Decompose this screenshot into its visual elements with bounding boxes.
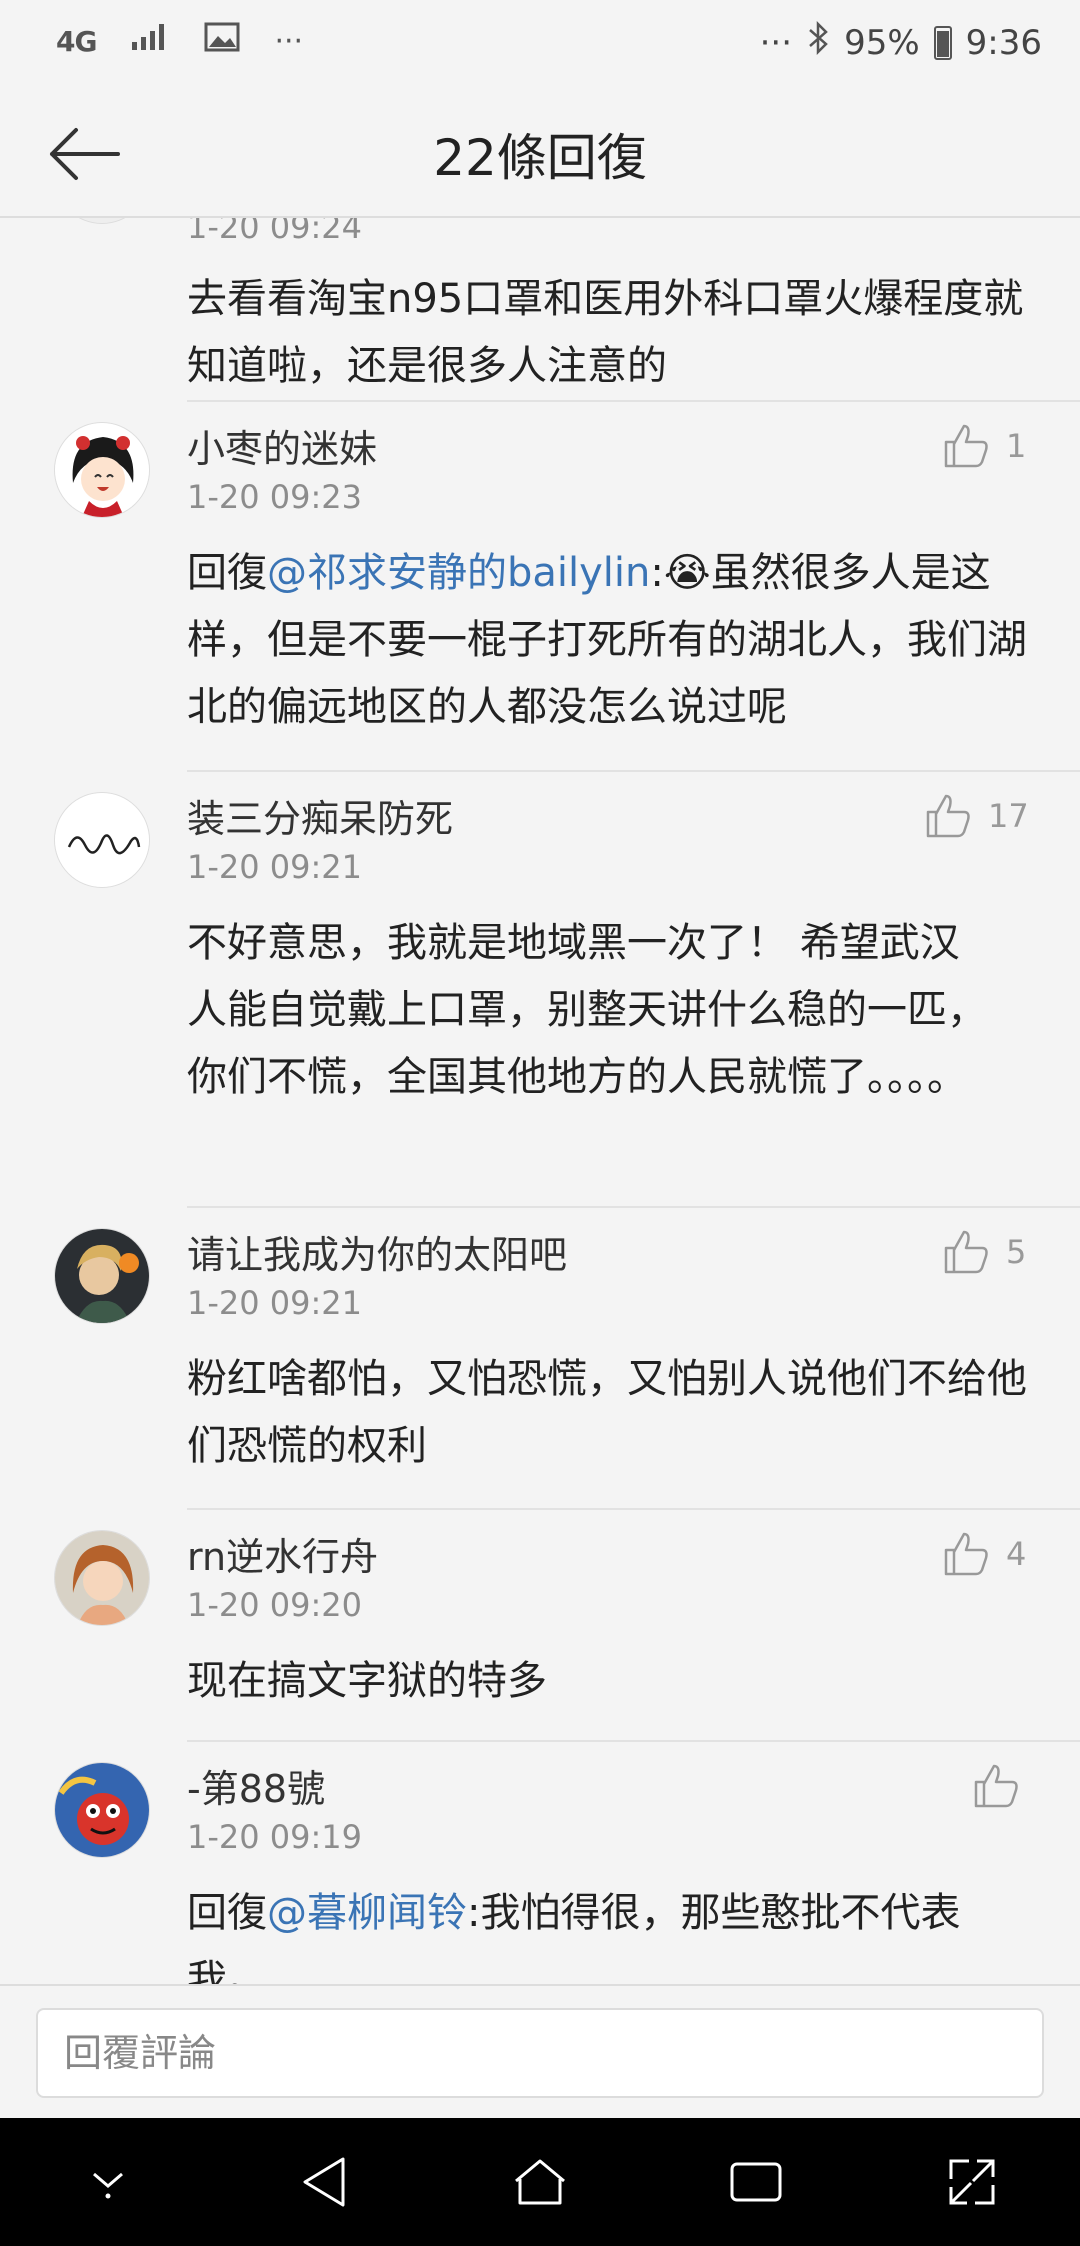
page-title: 22條回復 bbox=[433, 129, 647, 187]
battery-percent: 95% bbox=[844, 22, 920, 63]
divider bbox=[187, 1206, 1080, 1208]
like-button[interactable]: 1 bbox=[942, 422, 1026, 470]
comment-time: 1-20 09:24 bbox=[187, 218, 363, 246]
comment-body: 不好意思，我就是地域黑一次了！ 希望武汉人能自觉戴上口罩，别整天讲什么稳的一匹，… bbox=[187, 920, 987, 1100]
divider bbox=[187, 1508, 1080, 1510]
comment-time: 1-20 09:23 bbox=[187, 478, 363, 516]
comment-body: 现在搞文字狱的特多 bbox=[187, 1658, 547, 1704]
expand-icon bbox=[949, 2159, 995, 2205]
nav-back-button[interactable] bbox=[274, 2132, 374, 2232]
like-button[interactable]: 5 bbox=[942, 1228, 1026, 1276]
reply-prefix: 回復 bbox=[187, 1890, 267, 1936]
username[interactable]: 小枣的迷妹 bbox=[187, 418, 377, 473]
username[interactable]: rn逆水行舟 bbox=[187, 1526, 378, 1581]
like-button[interactable]: 17 bbox=[924, 792, 1029, 840]
comment-body: 回復@暮柳闻铃:我怕得很，那些憨批不代表我。 bbox=[187, 1880, 1037, 1984]
avatar[interactable] bbox=[54, 1762, 150, 1858]
reply-prefix: 回復 bbox=[187, 550, 267, 596]
username[interactable]: 装三分痴呆防死 bbox=[187, 788, 453, 843]
avatar[interactable] bbox=[54, 422, 150, 518]
more-status-icon: ··· bbox=[759, 22, 793, 63]
more-notifications-icon: ··· bbox=[274, 23, 304, 59]
signal-icon bbox=[130, 22, 170, 60]
like-count: 17 bbox=[988, 797, 1029, 835]
chevron-down-icon bbox=[93, 2172, 123, 2199]
thumbs-up-icon bbox=[944, 1230, 988, 1274]
like-count: 1 bbox=[1006, 427, 1027, 465]
like-count: 5 bbox=[1006, 1233, 1027, 1271]
comment-body: 回復@祁求安静的bailylin:😭虽然很多人是这样，但是不要一棍子打死所有的湖… bbox=[187, 540, 1037, 741]
reply-input[interactable]: 回覆評論 bbox=[36, 2008, 1044, 2098]
divider bbox=[187, 400, 1080, 402]
bluetooth-icon bbox=[806, 20, 830, 65]
nav-recents-button[interactable] bbox=[706, 2132, 806, 2232]
avatar[interactable] bbox=[54, 1530, 150, 1626]
avatar[interactable] bbox=[54, 792, 150, 888]
comment-time: 1-20 09:20 bbox=[187, 1586, 363, 1624]
clock: 9:36 bbox=[965, 22, 1042, 63]
avatar[interactable] bbox=[54, 1228, 150, 1324]
divider bbox=[187, 770, 1080, 772]
battery-icon bbox=[933, 25, 952, 60]
mention-link[interactable]: @祁求安静的bailylin bbox=[267, 550, 650, 596]
like-button[interactable] bbox=[972, 1762, 1036, 1810]
thumbs-up-icon bbox=[926, 794, 970, 838]
nav-hide-button[interactable] bbox=[58, 2132, 158, 2232]
like-count: 4 bbox=[1006, 1535, 1027, 1573]
like-button[interactable]: 4 bbox=[942, 1530, 1026, 1578]
username[interactable]: 请让我成为你的太阳吧 bbox=[187, 1224, 567, 1279]
status-bar: 4G ··· ··· 95% 9:36 bbox=[0, 0, 1080, 90]
network-indicator: 4G bbox=[56, 24, 97, 58]
recents-icon bbox=[730, 2162, 782, 2202]
thumbs-up-icon bbox=[974, 1764, 1018, 1808]
comment-body: 粉红啥都怕，又怕恐慌，又怕别人说他们不给他们恐慌的权利 bbox=[187, 1356, 1027, 1469]
gallery-icon bbox=[204, 22, 240, 60]
divider bbox=[187, 1740, 1080, 1742]
username[interactable]: -第88號 bbox=[187, 1758, 325, 1813]
mention-link[interactable]: @暮柳闻铃 bbox=[267, 1890, 467, 1936]
nav-home-button[interactable] bbox=[490, 2132, 590, 2232]
back-triangle-icon bbox=[303, 2157, 345, 2207]
system-nav-bar bbox=[0, 2118, 1080, 2246]
avatar[interactable] bbox=[54, 218, 150, 224]
app-bar: 22條回復 bbox=[0, 90, 1080, 218]
thumbs-up-icon bbox=[944, 424, 988, 468]
thumbs-up-icon bbox=[944, 1532, 988, 1576]
comment-time: 1-20 09:21 bbox=[187, 848, 363, 886]
comment-list[interactable]: 1-20 09:24 去看看淘宝n95口罩和医用外科口罩火爆程度就知道啦，还是很… bbox=[0, 218, 1080, 1984]
reply-bar: 回覆評論 bbox=[0, 1984, 1080, 2118]
comment-body: 去看看淘宝n95口罩和医用外科口罩火爆程度就知道啦，还是很多人注意的 bbox=[187, 276, 1024, 389]
comment-time: 1-20 09:21 bbox=[187, 1284, 363, 1322]
home-icon bbox=[515, 2159, 565, 2205]
comment-time: 1-20 09:19 bbox=[187, 1818, 363, 1856]
nav-expand-button[interactable] bbox=[922, 2132, 1022, 2232]
